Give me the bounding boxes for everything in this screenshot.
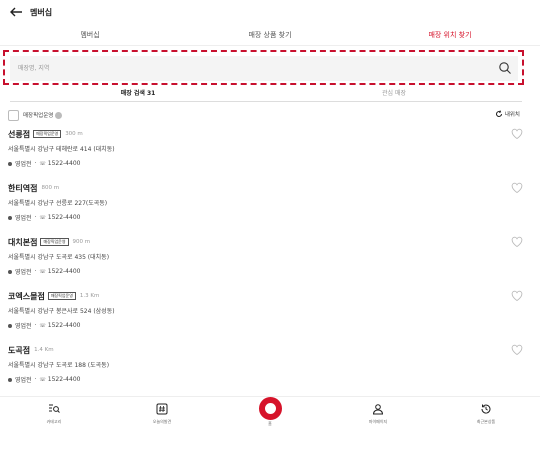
search-highlight-frame xyxy=(3,50,524,85)
tab-membership[interactable]: 멤버십 xyxy=(0,30,180,46)
store-address: 서울특별시 강남구 봉은사로 524 (삼성동) xyxy=(8,308,115,315)
nav-mypage-label: 마이페이지 xyxy=(368,419,388,424)
tab-store-product-search[interactable]: 매장 상품 찾기 xyxy=(180,30,360,46)
status-dot-icon xyxy=(8,161,12,166)
search-input[interactable] xyxy=(18,62,478,75)
store-distance: 300 m xyxy=(65,131,83,137)
status-dot-icon xyxy=(8,269,12,274)
tabs-divider xyxy=(0,45,540,46)
back-arrow-icon[interactable] xyxy=(8,4,24,20)
heart-icon[interactable] xyxy=(511,290,523,302)
store-phone[interactable]: 1522-4400 xyxy=(48,376,81,383)
phone-icon: ☏ xyxy=(39,160,46,167)
store-distance: 800 m xyxy=(41,185,60,191)
search-icon[interactable] xyxy=(498,61,512,75)
category-search-icon xyxy=(49,404,60,413)
my-location-button[interactable]: 내위치 xyxy=(495,110,520,118)
phone-icon: ☏ xyxy=(39,376,46,383)
store-distance: 900 m xyxy=(72,239,91,245)
store-name: 한티역점 xyxy=(8,183,38,193)
person-icon xyxy=(372,404,384,415)
top-bar: 멤버십 xyxy=(0,0,540,26)
store-name: 도곡점 xyxy=(8,345,31,355)
pickup-badge: 매장픽업운영 xyxy=(40,238,69,246)
store-address: 서울특별시 강남구 도곡로 188 (도곡동) xyxy=(8,362,110,369)
status-dot-icon xyxy=(8,215,12,220)
nav-category[interactable]: 카테고리 xyxy=(0,397,108,430)
store-status: 영업전 xyxy=(15,269,32,276)
store-item[interactable]: 코엑스몰점 매장픽업운영 1.3 Km 서울특별시 강남구 봉은사로 524 (… xyxy=(8,290,523,342)
pickup-checkbox[interactable] xyxy=(8,109,19,121)
phone-icon: ☏ xyxy=(39,322,46,329)
store-status: 영업전 xyxy=(15,161,32,168)
info-icon[interactable] xyxy=(55,111,63,119)
status-dot-icon xyxy=(8,377,12,382)
nav-discovery[interactable]: 오늘의발견 xyxy=(108,397,216,430)
my-location-label: 내위치 xyxy=(504,112,520,118)
store-name: 대치본점 xyxy=(8,237,38,247)
nav-recent[interactable]: 최근본상품 xyxy=(432,397,540,430)
store-address: 서울특별시 강남구 테헤란로 414 (대치동) xyxy=(8,146,115,153)
pickup-filter[interactable]: 매장픽업운영 xyxy=(8,109,63,121)
store-item[interactable]: 선릉점 매장픽업운영 300 m 서울특별시 강남구 테헤란로 414 (대치동… xyxy=(8,128,523,180)
page-title: 멤버십 xyxy=(30,8,53,17)
store-status: 영업전 xyxy=(15,215,32,222)
store-address: 서울특별시 강남구 선릉로 227(도곡동) xyxy=(8,200,108,207)
store-name: 선릉점 xyxy=(8,129,31,139)
store-phone[interactable]: 1522-4400 xyxy=(48,214,81,221)
pickup-badge: 매장픽업운영 xyxy=(47,292,76,300)
store-status: 영업전 xyxy=(15,377,32,384)
store-status: 영업전 xyxy=(15,323,32,330)
tab-store-location-search[interactable]: 매장 위치 찾기 xyxy=(360,30,540,46)
refresh-icon xyxy=(495,110,502,117)
store-phone[interactable]: 1522-4400 xyxy=(48,268,81,275)
pickup-badge: 매장픽업운영 xyxy=(33,130,62,138)
nav-category-label: 카테고리 xyxy=(46,419,62,424)
heart-icon[interactable] xyxy=(511,236,523,248)
store-distance: 1.3 Km xyxy=(79,293,100,299)
heart-icon[interactable] xyxy=(511,182,523,194)
heart-icon[interactable] xyxy=(511,128,523,140)
subtabs-divider xyxy=(10,101,522,102)
status-dot-icon xyxy=(8,323,12,328)
store-distance: 1.4 Km xyxy=(34,347,54,353)
store-phone[interactable]: 1522-4400 xyxy=(48,322,81,329)
nav-discovery-label: 오늘의발견 xyxy=(152,419,172,424)
nav-home[interactable]: 홈 xyxy=(216,397,324,430)
bottom-navigation: 카테고리 오늘의발견 홈 마이페이지 최근본상품 xyxy=(0,396,540,430)
store-address: 서울특별시 강남구 도곡로 435 (대치동) xyxy=(8,254,110,261)
main-tabs: 멤버십 매장 상품 찾기 매장 위치 찾기 xyxy=(0,30,540,46)
pickup-filter-label: 매장픽업운영 xyxy=(23,113,54,119)
store-item[interactable]: 도곡점 1.4 Km 서울특별시 강남구 도곡로 188 (도곡동) 영업전 ·… xyxy=(8,344,523,396)
store-phone[interactable]: 1522-4400 xyxy=(48,160,81,167)
store-item[interactable]: 한티역점 800 m 서울특별시 강남구 선릉로 227(도곡동) 영업전 · … xyxy=(8,182,523,234)
search-box xyxy=(10,56,518,81)
nav-recent-label: 최근본상품 xyxy=(476,419,496,424)
phone-icon: ☏ xyxy=(39,268,46,275)
phone-icon: ☏ xyxy=(39,214,46,221)
home-ring-icon xyxy=(258,397,282,420)
heart-icon[interactable] xyxy=(511,344,523,356)
store-item[interactable]: 대치본점 매장픽업운영 900 m 서울특별시 강남구 도곡로 435 (대치동… xyxy=(8,236,523,288)
history-icon xyxy=(481,404,491,414)
hashtag-icon xyxy=(156,403,168,415)
nav-mypage[interactable]: 마이페이지 xyxy=(324,397,432,430)
nav-home-label: 홈 xyxy=(268,421,272,426)
store-name: 코엑스몰점 xyxy=(8,291,45,301)
